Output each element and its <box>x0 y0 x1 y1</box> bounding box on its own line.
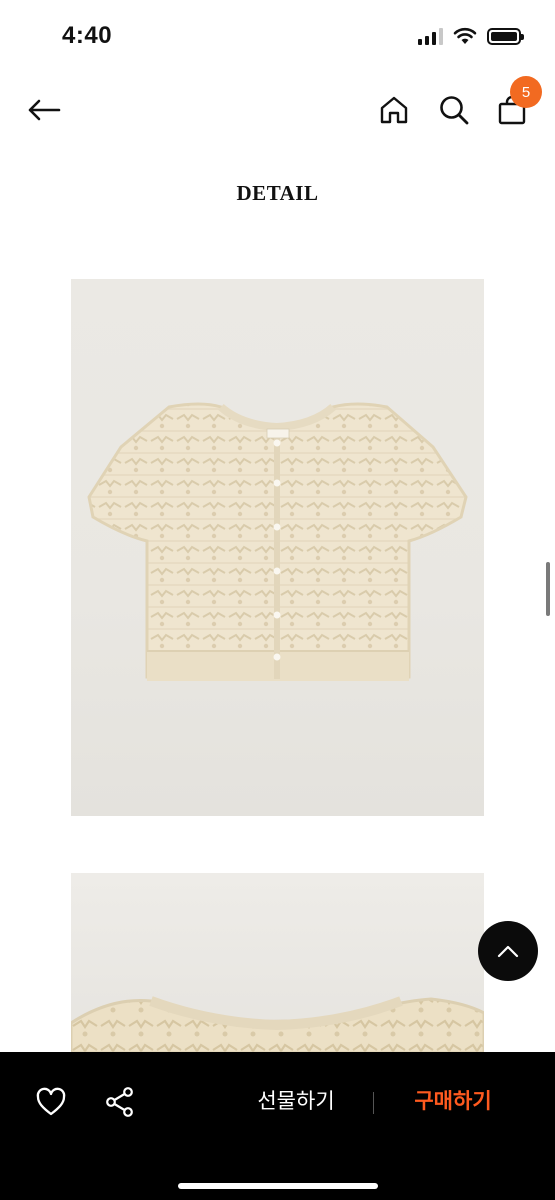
home-icon <box>380 96 408 124</box>
heart-icon <box>36 1087 66 1116</box>
buy-button[interactable]: 구매하기 <box>393 1085 513 1115</box>
wishlist-button[interactable] <box>31 1082 71 1122</box>
cardigan-closeup-illustration <box>71 996 484 1053</box>
chevron-up-icon <box>497 945 519 958</box>
product-image-closeup <box>71 873 484 1053</box>
search-icon <box>440 96 469 125</box>
signal-icon <box>418 27 443 45</box>
cardigan-illustration <box>87 402 468 681</box>
battery-icon <box>487 27 524 45</box>
share-button[interactable] <box>100 1082 140 1122</box>
gift-button[interactable]: 선물하기 <box>236 1085 356 1115</box>
page-title: DETAIL <box>236 181 319 205</box>
status-icons <box>418 27 524 45</box>
cart-count-badge: 5 <box>510 76 542 108</box>
bottom-action-bar: 선물하기 구매하기 <box>0 1052 555 1200</box>
button-divider <box>373 1092 374 1114</box>
wifi-icon <box>453 27 477 44</box>
status-bar: 4:40 <box>0 0 555 72</box>
status-time: 4:40 <box>62 22 113 49</box>
back-button[interactable] <box>22 88 66 132</box>
product-image-front <box>71 279 484 816</box>
scroll-to-top-button[interactable] <box>478 921 538 981</box>
search-button[interactable] <box>432 88 476 132</box>
back-arrow-icon <box>28 99 61 121</box>
home-button[interactable] <box>372 88 416 132</box>
share-icon <box>106 1087 133 1117</box>
home-indicator[interactable] <box>178 1183 378 1189</box>
app-header <box>0 80 555 140</box>
scrollbar-thumb[interactable] <box>546 562 550 616</box>
